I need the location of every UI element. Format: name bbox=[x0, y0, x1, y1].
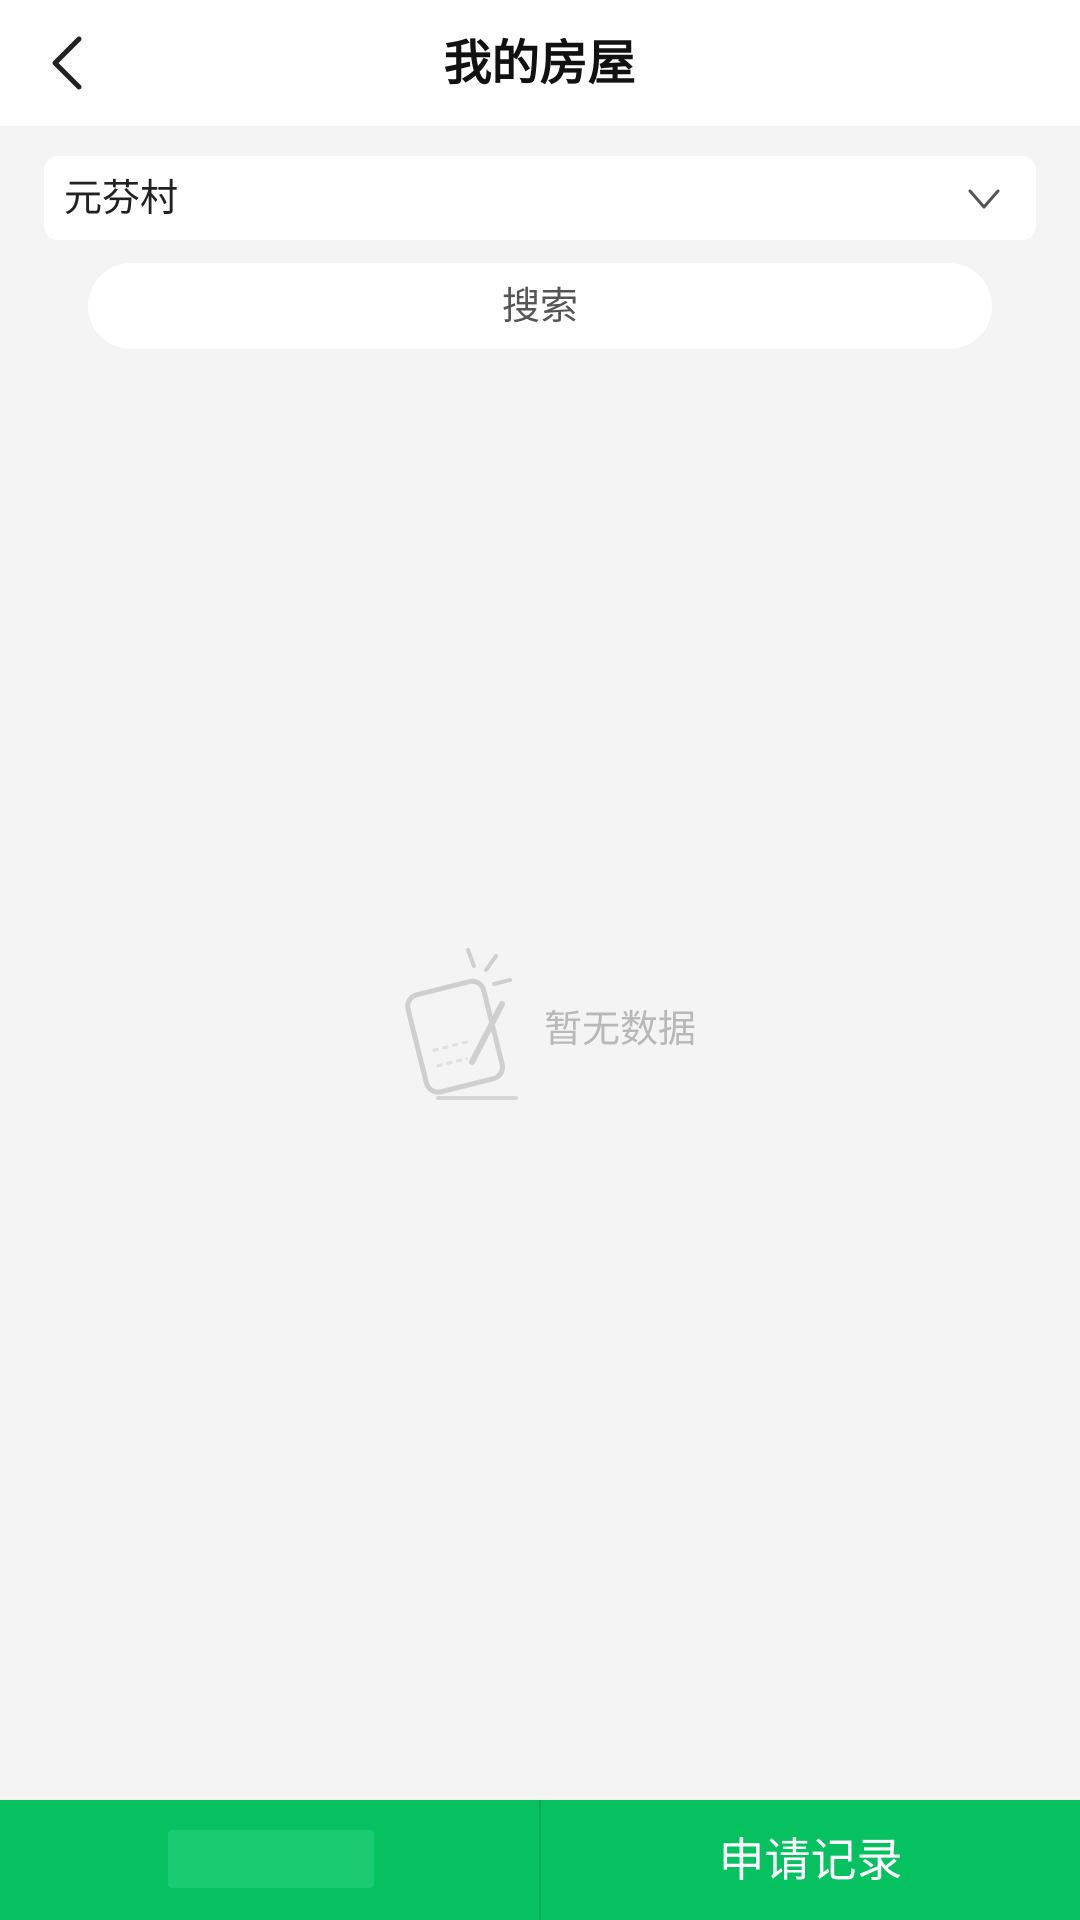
document-edit-icon bbox=[405, 948, 518, 1100]
empty-state: 暂无数据 bbox=[398, 946, 738, 1106]
header-bar: 我的房屋 bbox=[0, 0, 1080, 126]
application-records-button[interactable]: 申请记录 bbox=[541, 1800, 1080, 1920]
footer-bar: 申请记录 bbox=[0, 1800, 1080, 1920]
search-button[interactable]: 搜索 bbox=[88, 263, 992, 349]
page-title: 我的房屋 bbox=[443, 35, 636, 91]
empty-state-text: 暂无数据 bbox=[544, 1007, 697, 1051]
footer-left-button[interactable] bbox=[0, 1800, 541, 1920]
footer-left-label bbox=[168, 1830, 374, 1888]
village-selected-value: 元芬村 bbox=[64, 176, 179, 220]
village-select[interactable]: 元芬村 bbox=[44, 156, 1036, 240]
chevron-down-icon bbox=[968, 189, 1000, 209]
